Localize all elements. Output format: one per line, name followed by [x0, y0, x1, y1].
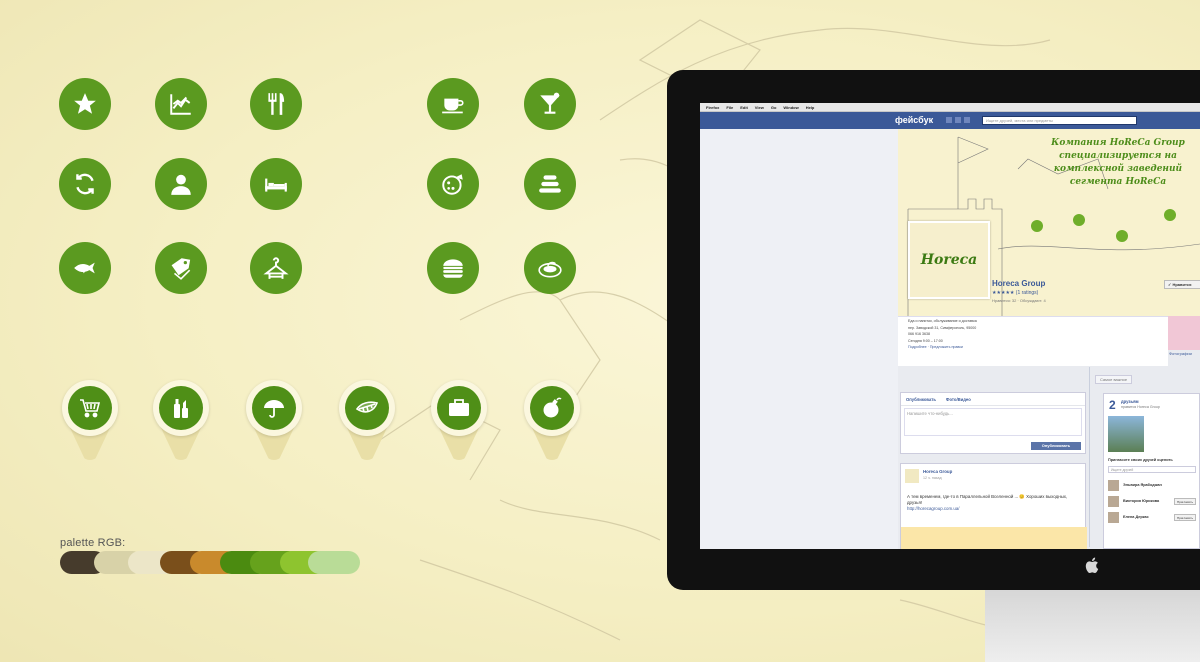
mac-menu-bar: Firefox File Edit View Go Window Help: [700, 103, 1200, 112]
stack-icon: [524, 158, 576, 210]
bed-icon: [250, 158, 302, 210]
friend-photo[interactable]: [1108, 416, 1144, 452]
fish-icon: [59, 242, 111, 294]
invite-button[interactable]: Пригласить: [1174, 498, 1196, 505]
post-author[interactable]: Horeca Group: [923, 469, 952, 474]
mac-menu-item[interactable]: Firefox: [706, 105, 719, 110]
friend-avatar[interactable]: [1108, 480, 1119, 491]
friend-name[interactable]: Эльвира Ярабоджан: [1123, 483, 1162, 487]
messages-icon[interactable]: [955, 117, 961, 123]
mac-menu-item[interactable]: Help: [806, 105, 815, 110]
friend-name[interactable]: Елена Деркас: [1123, 515, 1149, 519]
chart-icon: [155, 78, 207, 130]
friend-name[interactable]: Виктория Юрикова: [1123, 499, 1159, 503]
mac-menu-item[interactable]: File: [726, 105, 733, 110]
refresh-icon: [59, 158, 111, 210]
notifications-icon[interactable]: [964, 117, 970, 123]
facebook-notification-icons: [946, 117, 970, 123]
friend-row: Елена Деркас Пригласить: [1108, 512, 1200, 524]
cosmetics-icon: [159, 386, 203, 430]
hanger-icon: [250, 242, 302, 294]
left-blank-area: [700, 129, 898, 549]
friend-photo[interactable]: [1148, 416, 1184, 452]
palette-label: palette RGB:: [60, 537, 126, 549]
pin-cart: [62, 380, 118, 464]
page-info: Еда и напитки, обслуживание и доставка п…: [898, 316, 1168, 366]
horeca-logo: Horeca: [910, 223, 988, 297]
facebook-logo[interactable]: фейсбук: [895, 115, 933, 125]
composer-tab-photo[interactable]: Фото/Видео: [946, 397, 971, 402]
pizza-icon: [427, 158, 479, 210]
facebook-top-bar: фейсбук Ищите друзей, места или предметы: [700, 112, 1200, 129]
pin-suitcase: [431, 380, 487, 464]
post-link[interactable]: http://horecagroup.com.ua/: [907, 506, 959, 511]
composer-tab-post[interactable]: Опубликовать: [906, 397, 936, 402]
facebook-search-input[interactable]: Ищите друзей, места или предметы: [982, 116, 1137, 125]
friend-avatar[interactable]: [1108, 512, 1119, 523]
info-line: пер. Заводской 31, Симферополь, 95000: [908, 325, 977, 330]
photos-label[interactable]: Фотографии: [1169, 351, 1192, 356]
friends-count: 2: [1109, 398, 1116, 412]
plate-icon: [524, 242, 576, 294]
bomb-icon: [530, 386, 574, 430]
monitor-stand: [985, 588, 1200, 662]
umbrella-icon: [252, 386, 296, 430]
monitor-screen: Firefox File Edit View Go Window Help фе…: [700, 103, 1200, 549]
info-line: Сегодня 9:00 – 17:00: [908, 338, 943, 343]
timeline-mode-select[interactable]: Самое важное: [1095, 375, 1133, 384]
invite-title: Пригласите своих друзей оценить: [1108, 458, 1173, 462]
cocktail-icon: [524, 78, 576, 130]
timeline-post: Horeca Group 12 ч. назад А тем временем,…: [900, 463, 1087, 549]
coffee-cup-icon: [427, 78, 479, 130]
palette-swatch: [308, 551, 360, 574]
person-icon: [155, 158, 207, 210]
post-text: А тем временем, где-то в Параллельной Вс…: [907, 494, 1079, 512]
invite-button[interactable]: Пригласить: [1174, 514, 1196, 521]
rating-stars: ★★★★★ (1 ratings): [992, 290, 1039, 296]
friend-row: Эльвира Ярабоджан: [1108, 480, 1200, 492]
cart-icon: [68, 386, 112, 430]
friends-search-input[interactable]: Ищите друзей: [1108, 466, 1196, 473]
info-line: Еда и напитки, обслуживание и доставка: [908, 319, 977, 323]
pin-bomb: [524, 380, 580, 464]
friend-avatar[interactable]: [1108, 496, 1119, 507]
pin-umbrella: [246, 380, 302, 464]
mac-menu-item[interactable]: View: [755, 105, 764, 110]
info-links[interactable]: Подробнее · Предложить правки: [908, 345, 1168, 350]
page-name[interactable]: Horeca Group: [992, 279, 1045, 288]
post-image[interactable]: [901, 527, 1087, 549]
mac-menu-item[interactable]: Go: [771, 105, 777, 110]
fork-knife-icon: [250, 78, 302, 130]
like-button[interactable]: ✓ Нравится: [1164, 280, 1200, 289]
post-composer: Опубликовать Фото/Видео Напишите что-ниб…: [900, 392, 1086, 454]
likes-count: Нравится: 32 · Обсуждают: 4: [992, 298, 1046, 303]
post-time[interactable]: 12 ч. назад: [923, 476, 942, 480]
palette: [60, 551, 360, 574]
pin-leaf: [339, 380, 395, 464]
post-body: А тем временем, где-то в Параллельной Вс…: [907, 494, 1068, 505]
burger-icon: [427, 242, 479, 294]
friends-box: 2 друзьям нравится Horeca Group Пригласи…: [1103, 393, 1200, 549]
friends-subtitle: нравится Horeca Group: [1121, 405, 1160, 409]
timeline-line: [1089, 367, 1090, 547]
mac-menu-item[interactable]: Window: [783, 105, 798, 110]
star-icon: [59, 78, 111, 130]
cover-title: Компания HoReCa Group специализируется н…: [1051, 138, 1185, 187]
mac-menu-item[interactable]: Edit: [740, 105, 748, 110]
friends-label[interactable]: друзьям: [1121, 399, 1139, 404]
profile-picture[interactable]: Horeca: [908, 221, 990, 299]
suitcase-icon: [437, 386, 481, 430]
friend-requests-icon[interactable]: [946, 117, 952, 123]
tag-icon: [155, 242, 207, 294]
pin-cosmetics: [153, 380, 209, 464]
post-avatar[interactable]: [905, 469, 919, 483]
publish-button[interactable]: Опубликовать: [1031, 442, 1081, 450]
photos-thumbnail[interactable]: [1168, 316, 1200, 350]
apple-logo-icon: [1085, 557, 1099, 574]
leaf-icon: [345, 386, 389, 430]
info-line: 066 916 3638: [908, 332, 930, 336]
friend-row: Виктория Юрикова Пригласить: [1108, 496, 1200, 508]
composer-input[interactable]: Напишите что-нибудь...: [904, 408, 1082, 436]
